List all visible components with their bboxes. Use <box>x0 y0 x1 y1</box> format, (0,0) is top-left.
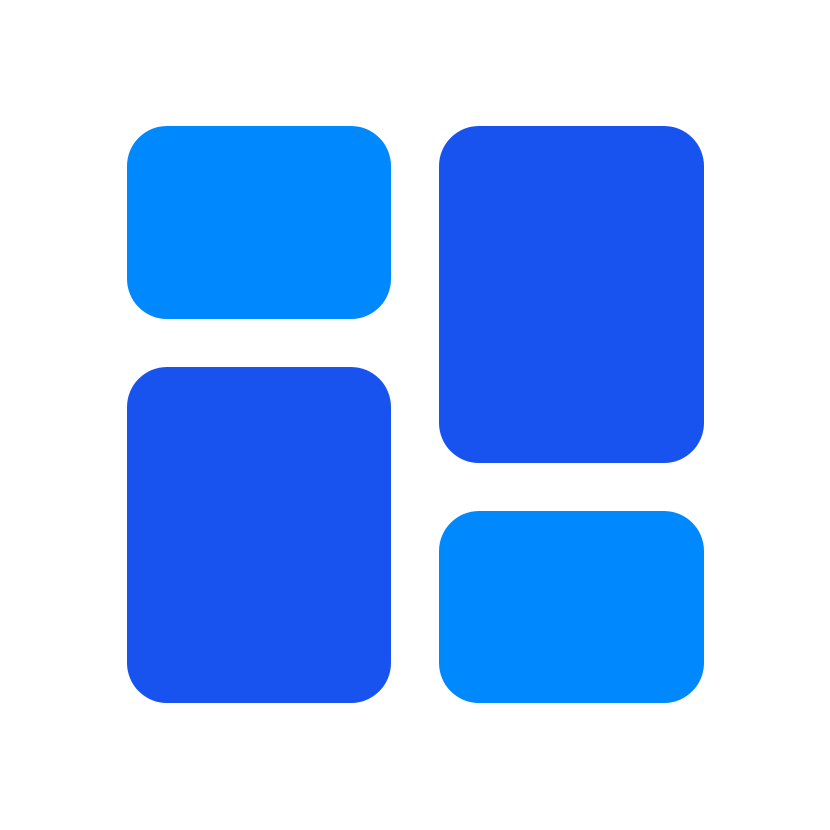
tile-bottom-left <box>127 367 391 703</box>
tile-top-right <box>439 126 704 463</box>
tile-bottom-right <box>439 511 704 703</box>
tile-top-left <box>127 126 391 319</box>
dashboard-grid-icon <box>0 0 830 830</box>
